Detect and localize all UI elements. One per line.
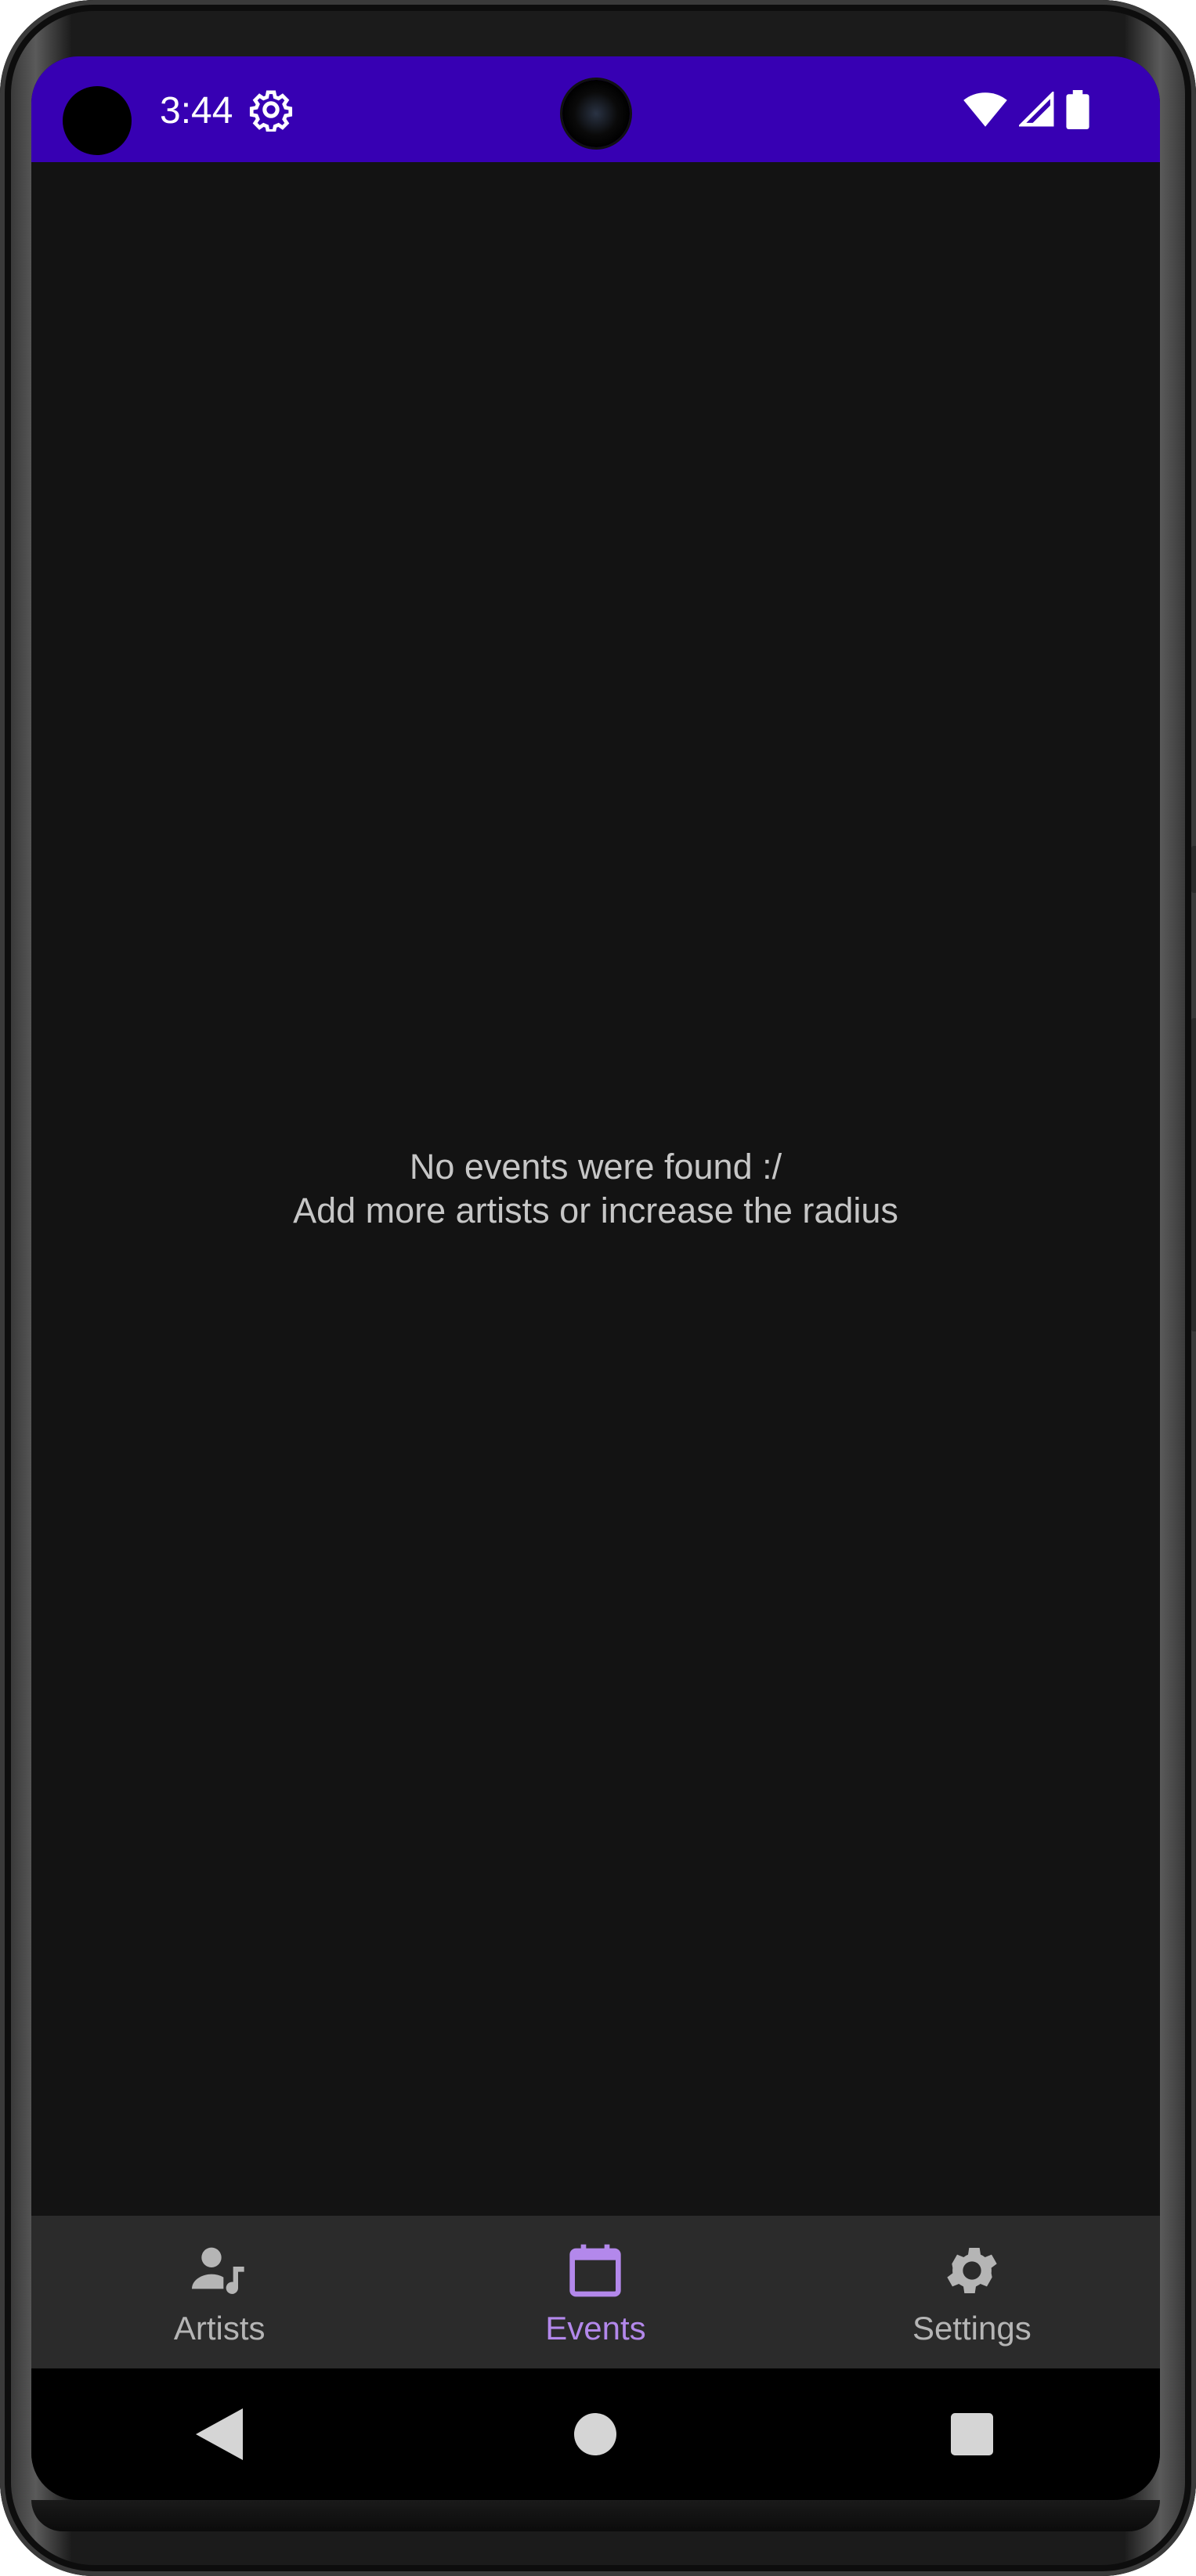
nav-label-settings: Settings [912, 2310, 1032, 2347]
home-button[interactable] [548, 2387, 642, 2481]
bottom-navigation: Artists Events Settings [31, 2216, 1160, 2368]
recents-button[interactable] [925, 2387, 1019, 2481]
front-sensor [63, 86, 132, 155]
system-navigation-bar [31, 2368, 1160, 2500]
recents-icon [950, 2413, 993, 2455]
wifi-icon [963, 92, 1007, 127]
battery-icon [1066, 90, 1089, 129]
back-button[interactable] [172, 2387, 266, 2481]
nav-item-events[interactable]: Events [407, 2216, 783, 2368]
events-content: No events were found :/ Add more artists… [31, 162, 1160, 2216]
artist-music-icon [192, 2247, 244, 2294]
nav-item-artists[interactable]: Artists [31, 2216, 407, 2368]
empty-state-hint: Add more artists or increase the radius [293, 1190, 898, 1230]
status-bar: 3:44 [31, 56, 1160, 162]
status-icons [963, 88, 1089, 132]
side-button [1191, 846, 1196, 893]
nav-label-events: Events [545, 2310, 646, 2347]
nav-label-artists: Artists [173, 2310, 266, 2347]
nav-item-settings[interactable]: Settings [784, 2216, 1160, 2368]
gear-icon [947, 2248, 997, 2293]
cellular-signal-icon [1019, 92, 1054, 127]
empty-state-message: No events were found :/ Add more artists… [293, 1145, 898, 1233]
settings-gear-icon [249, 90, 293, 132]
back-icon [196, 2408, 244, 2460]
camera-cutout [562, 80, 630, 147]
phone-chin [31, 2500, 1160, 2531]
screen: 3:44 No events were found:/ Add more ar… [31, 56, 1160, 2500]
status-time: 3:44 [160, 90, 233, 132]
home-icon [574, 2413, 617, 2455]
phone-frame: 3:44 No events were found:/ Add more ar… [0, 0, 1196, 2576]
empty-state-title: No events were found :/ [409, 1147, 782, 1187]
volume-button [1191, 1018, 1196, 1331]
calendar-icon [569, 2244, 622, 2297]
